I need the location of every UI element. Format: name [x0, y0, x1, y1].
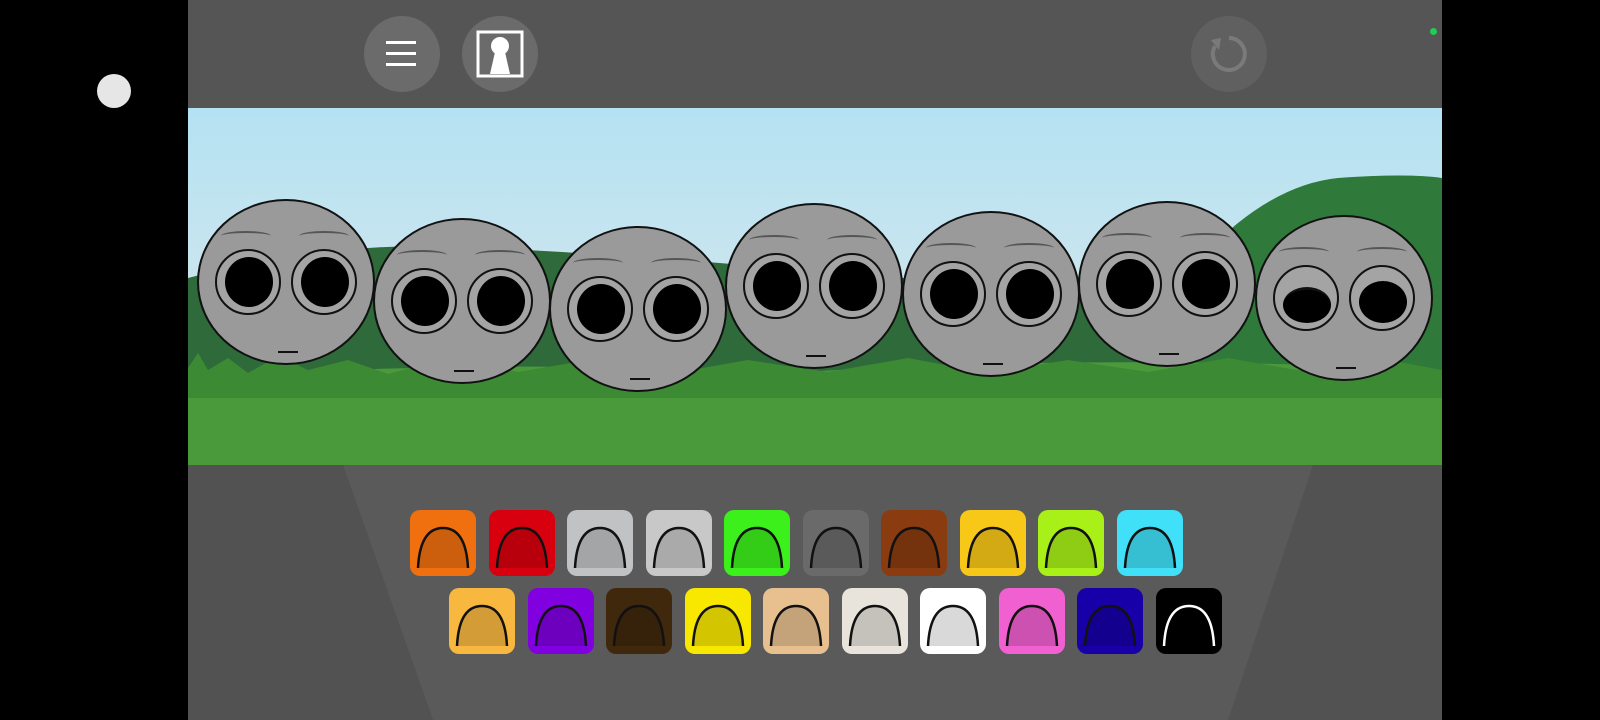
- black-visor-icon[interactable]: [1155, 588, 1222, 654]
- character-head: [1255, 215, 1433, 381]
- lime-spiky-hair-icon[interactable]: [1038, 510, 1104, 576]
- green-pepper-hat-icon[interactable]: [724, 510, 790, 576]
- eye: [215, 249, 281, 315]
- navy-dome-icon[interactable]: [1077, 588, 1143, 654]
- character-head: [725, 203, 903, 369]
- mouth: [1159, 353, 1179, 355]
- yellow-cap-icon[interactable]: [959, 510, 1026, 576]
- eye: [1273, 265, 1339, 331]
- yellow-lightning-icon[interactable]: [684, 588, 751, 654]
- portrait-icon: [476, 30, 524, 78]
- eye: [291, 249, 357, 315]
- eye: [391, 268, 457, 334]
- silver-ufo-hat-icon[interactable]: [567, 510, 633, 576]
- refresh-icon: [1210, 36, 1247, 72]
- menu-button[interactable]: [364, 16, 440, 92]
- mouth: [454, 370, 474, 372]
- olive-bush-hair-icon[interactable]: [606, 588, 672, 654]
- mouth: [630, 378, 650, 380]
- stage-scene: [188, 108, 1442, 465]
- mouth: [983, 363, 1003, 365]
- hamburger-menu-icon: [386, 41, 416, 66]
- left-slider-knob[interactable]: [97, 74, 131, 108]
- character-head: [1078, 201, 1256, 367]
- mouth: [806, 355, 826, 357]
- game-area: [188, 0, 1442, 720]
- purple-horns-icon[interactable]: [527, 588, 594, 654]
- eye: [643, 276, 709, 342]
- propeller-cap-icon[interactable]: [841, 588, 908, 654]
- floor: [188, 465, 1442, 720]
- mouth: [278, 351, 298, 353]
- red-spiky-hair-icon[interactable]: [488, 510, 555, 576]
- pink-bunny-ears-icon[interactable]: [998, 588, 1065, 654]
- reset-button[interactable]: [1191, 16, 1267, 92]
- brown-hair-icon[interactable]: [763, 588, 829, 654]
- character-head: [373, 218, 551, 384]
- character-head: [197, 199, 375, 365]
- top-bar: [188, 0, 1442, 108]
- white-cat-ears-icon[interactable]: [920, 588, 986, 654]
- status-dot: [1430, 28, 1437, 35]
- eye: [1096, 251, 1162, 317]
- character-head: [902, 211, 1080, 377]
- character-head: [549, 226, 727, 392]
- gray-robot-visor-icon[interactable]: [645, 510, 712, 576]
- cyan-headphones-icon[interactable]: [1116, 510, 1183, 576]
- eye: [1349, 265, 1415, 331]
- eye: [1172, 251, 1238, 317]
- mouth: [1336, 367, 1356, 369]
- eye: [920, 261, 986, 327]
- brown-bucket-hat-icon[interactable]: [881, 510, 947, 576]
- eye: [467, 268, 533, 334]
- eye: [996, 261, 1062, 327]
- character-portrait-button[interactable]: [462, 16, 538, 92]
- orange-antenna-hat-icon[interactable]: [410, 510, 476, 576]
- sun-crown-icon[interactable]: [449, 588, 515, 654]
- eye: [567, 276, 633, 342]
- gray-cat-ears-icon[interactable]: [802, 510, 869, 576]
- eye: [819, 253, 885, 319]
- eye: [743, 253, 809, 319]
